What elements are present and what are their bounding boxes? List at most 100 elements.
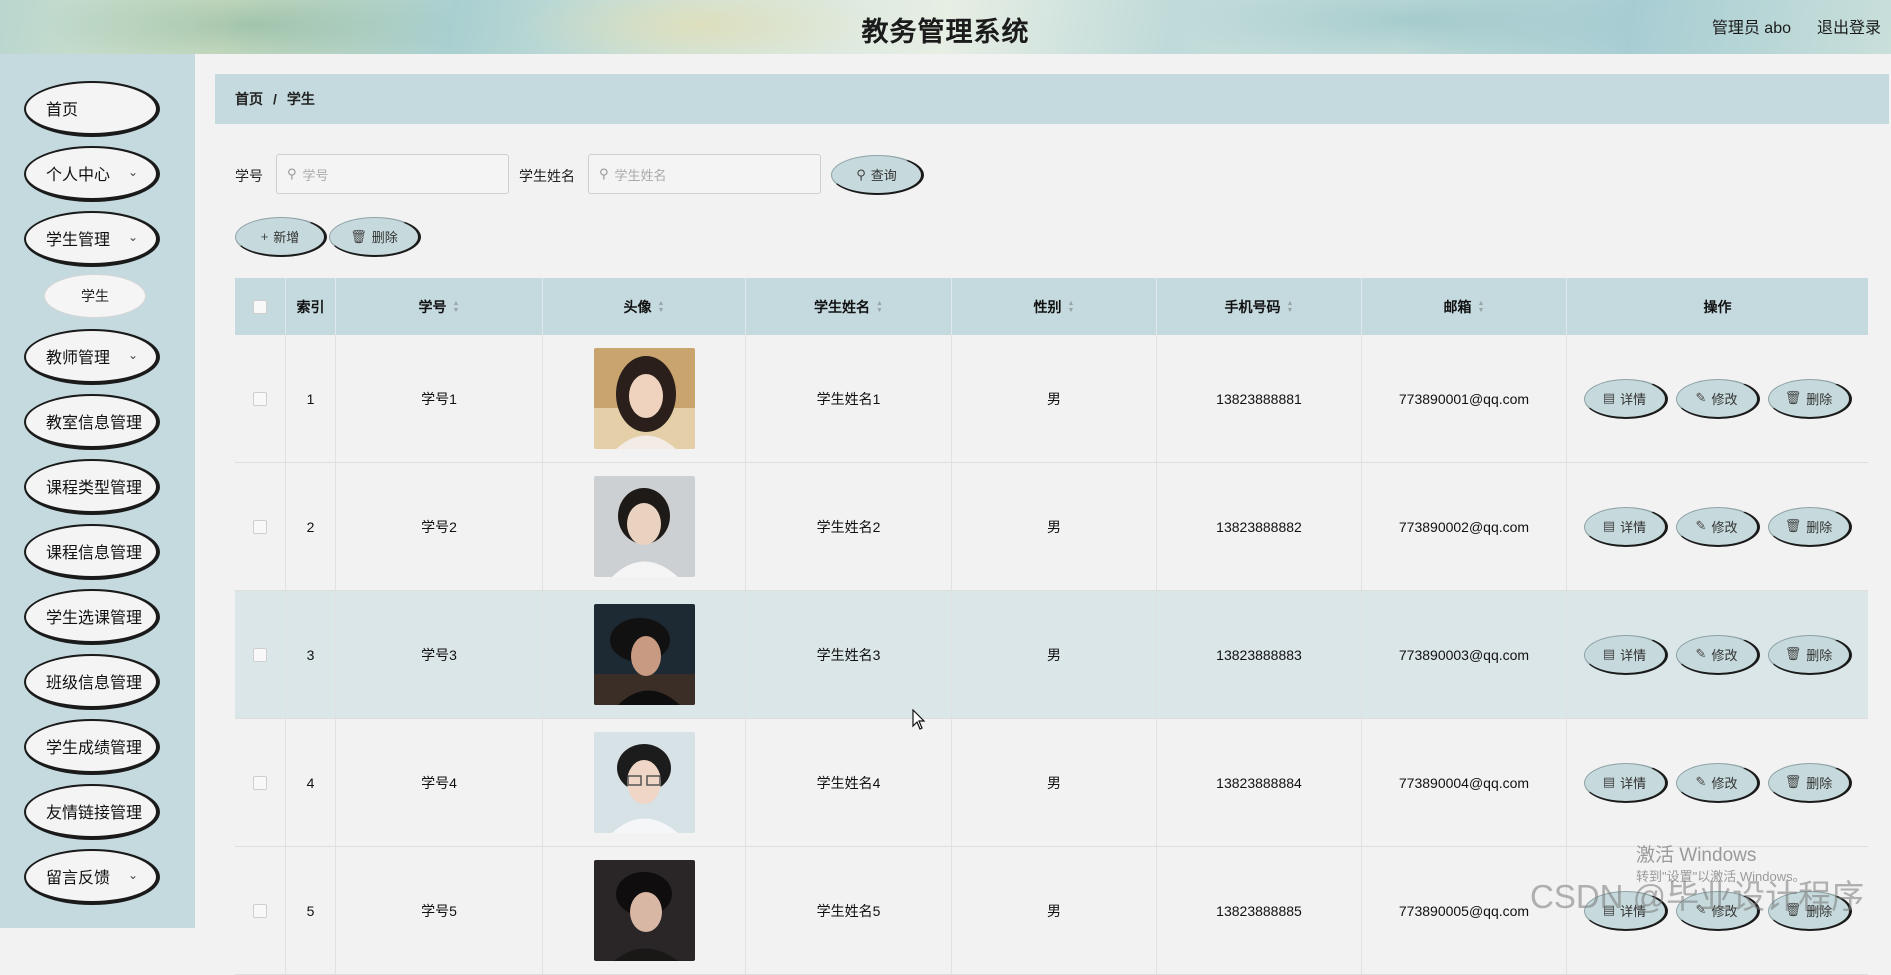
trash-icon: 🗑 (350, 228, 367, 244)
column-header-index: 索引 (286, 278, 336, 335)
sidebar-item-feedback[interactable]: 留言反馈 ⌄ (24, 849, 160, 905)
cell-student-id: 学号1 (336, 335, 543, 462)
sidebar-item-personal-center[interactable]: 个人中心 ⌄ (24, 146, 160, 202)
avatar[interactable] (593, 348, 695, 449)
delete-button[interactable]: 🗑 删除 (1767, 634, 1852, 675)
sort-icon[interactable]: ▲ ▼ (1287, 300, 1294, 314)
sidebar-subitem-label: 学生 (81, 288, 109, 304)
sidebar-item-student-management[interactable]: 学生管理 ⌄ (24, 211, 160, 267)
sidebar-item-course-info-management[interactable]: 课程信息管理 (24, 524, 160, 580)
sidebar-item-label: 首页 (46, 102, 79, 119)
student-name-search-input[interactable]: ⚲ 学生姓名 (588, 154, 821, 194)
cell-student-id: 学号4 (336, 719, 543, 846)
column-header-phone[interactable]: 手机号码 ▲ ▼ (1157, 278, 1362, 335)
sidebar-subitem-student[interactable]: 学生 (44, 274, 146, 318)
edit-button[interactable]: ✎ 修改 (1675, 378, 1760, 419)
avatar[interactable] (593, 860, 695, 961)
student-name-label: 学生姓名 (519, 168, 575, 184)
cell-email: 773890004@qq.com (1362, 719, 1567, 846)
pencil-icon: ✎ (1695, 774, 1707, 789)
sort-icon[interactable]: ▲ ▼ (453, 300, 460, 314)
add-button[interactable]: + 新增 (235, 217, 327, 257)
sidebar-item-label: 学生成绩管理 (46, 740, 143, 757)
search-icon: ⚲ (856, 166, 866, 182)
table-row[interactable]: 3 学号3 学生姓名3 男 13823888883 773890003@qq.c… (235, 591, 1868, 719)
avatar[interactable] (593, 732, 695, 833)
column-header-avatar[interactable]: 头像 ▲ ▼ (543, 278, 746, 335)
cell-phone: 13823888882 (1157, 463, 1362, 590)
sort-icon[interactable]: ▲ ▼ (658, 300, 665, 314)
edit-button[interactable]: ✎ 修改 (1675, 506, 1760, 547)
document-icon: ▤ (1602, 518, 1616, 533)
column-header-gender[interactable]: 性别 ▲ ▼ (952, 278, 1157, 335)
trash-icon: 🗑 (1784, 646, 1802, 661)
detail-button[interactable]: ▤ 详情 (1583, 378, 1668, 419)
row-checkbox[interactable] (253, 647, 267, 662)
cell-phone: 13823888884 (1157, 719, 1362, 846)
breadcrumb-separator: / (273, 91, 277, 107)
sidebar-item-class-info-management[interactable]: 班级信息管理 (24, 654, 160, 710)
table-row[interactable]: 4 学号4 学生姓名4 男 13823888884 773890004@qq.c… (235, 719, 1868, 847)
detail-button[interactable]: ▤ 详情 (1583, 634, 1668, 675)
sidebar-item-grade-management[interactable]: 学生成绩管理 (24, 719, 160, 775)
detail-button[interactable]: ▤ 详情 (1583, 762, 1668, 803)
cell-name: 学生姓名3 (746, 591, 952, 718)
logout-link[interactable]: 退出登录 (1817, 14, 1881, 38)
column-header-email[interactable]: 邮箱 ▲ ▼ (1362, 278, 1567, 335)
sidebar-item-classroom-management[interactable]: 教室信息管理 (24, 394, 160, 450)
table-header: 索引 学号 ▲ ▼ 头像 ▲ ▼ 学生姓名 ▲ ▼ 性别 ▲ ▼ 手机号码 ▲ ▼ 邮箱 … (235, 278, 1868, 335)
trash-icon: 🗑 (1784, 390, 1802, 405)
sidebar-item-friend-link-management[interactable]: 友情链接管理 (24, 784, 160, 840)
document-icon: ▤ (1602, 646, 1616, 661)
cell-name: 学生姓名4 (746, 719, 952, 846)
avatar[interactable] (593, 476, 695, 577)
cell-email: 773890002@qq.com (1362, 463, 1567, 590)
sidebar-item-course-selection-management[interactable]: 学生选课管理 (24, 589, 160, 645)
sidebar-item-teacher-management[interactable]: 教师管理 ⌄ (24, 329, 160, 385)
sort-icon[interactable]: ▲ ▼ (1478, 300, 1485, 314)
cell-email: 773890003@qq.com (1362, 591, 1567, 718)
cell-name: 学生姓名5 (746, 847, 952, 974)
student-name-placeholder: 学生姓名 (614, 167, 667, 183)
row-checkbox[interactable] (253, 519, 267, 534)
add-button-label: 新增 (273, 230, 300, 245)
sidebar-item-home[interactable]: 首页 (24, 81, 160, 137)
search-icon: ⚲ (287, 166, 297, 181)
column-header-actions: 操作 (1703, 298, 1732, 315)
query-button[interactable]: ⚲ 查询 (831, 155, 924, 195)
table-row[interactable]: 2 学号2 学生姓名2 男 13823888882 773890002@qq.c… (235, 463, 1868, 591)
avatar[interactable] (593, 604, 695, 705)
sidebar-item-label: 课程类型管理 (46, 480, 143, 497)
breadcrumb-home-link[interactable]: 首页 (235, 89, 263, 109)
cell-index: 5 (286, 847, 336, 974)
row-checkbox[interactable] (253, 775, 267, 790)
column-header-name[interactable]: 学生姓名 ▲ ▼ (746, 278, 952, 335)
column-header-student-id[interactable]: 学号 ▲ ▼ (336, 278, 543, 335)
batch-delete-button[interactable]: 🗑 删除 (329, 217, 421, 257)
sidebar-item-label: 留言反馈 (46, 870, 111, 887)
current-user-label: 管理员 abo (1711, 20, 1791, 37)
breadcrumb: 首页 / 学生 (215, 74, 1889, 124)
edit-button[interactable]: ✎ 修改 (1675, 762, 1760, 803)
sidebar-item-course-type-management[interactable]: 课程类型管理 (24, 459, 160, 515)
cell-gender: 男 (952, 463, 1157, 590)
edit-button[interactable]: ✎ 修改 (1675, 634, 1760, 675)
row-checkbox[interactable] (253, 903, 267, 918)
app-title: 教务管理系统 (861, 17, 1030, 47)
document-icon: ▤ (1602, 390, 1616, 405)
sort-icon[interactable]: ▲ ▼ (876, 300, 883, 314)
cell-gender: 男 (952, 591, 1157, 718)
delete-button[interactable]: 🗑 删除 (1767, 506, 1852, 547)
table-row[interactable]: 1 学号1 学生姓名1 男 13823888881 773890001@qq.c… (235, 335, 1868, 463)
cell-phone: 13823888881 (1157, 335, 1362, 462)
trash-icon: 🗑 (1784, 774, 1802, 789)
delete-button[interactable]: 🗑 删除 (1767, 378, 1852, 419)
delete-button[interactable]: 🗑 删除 (1767, 762, 1852, 803)
detail-button[interactable]: ▤ 详情 (1583, 506, 1668, 547)
student-id-search-input[interactable]: ⚲ 学号 (276, 154, 509, 194)
select-all-checkbox[interactable] (253, 299, 267, 314)
mouse-cursor-icon (912, 709, 926, 730)
chevron-up-icon: ⌄ (127, 230, 138, 244)
sort-icon[interactable]: ▲ ▼ (1068, 300, 1075, 314)
row-checkbox[interactable] (253, 391, 267, 406)
